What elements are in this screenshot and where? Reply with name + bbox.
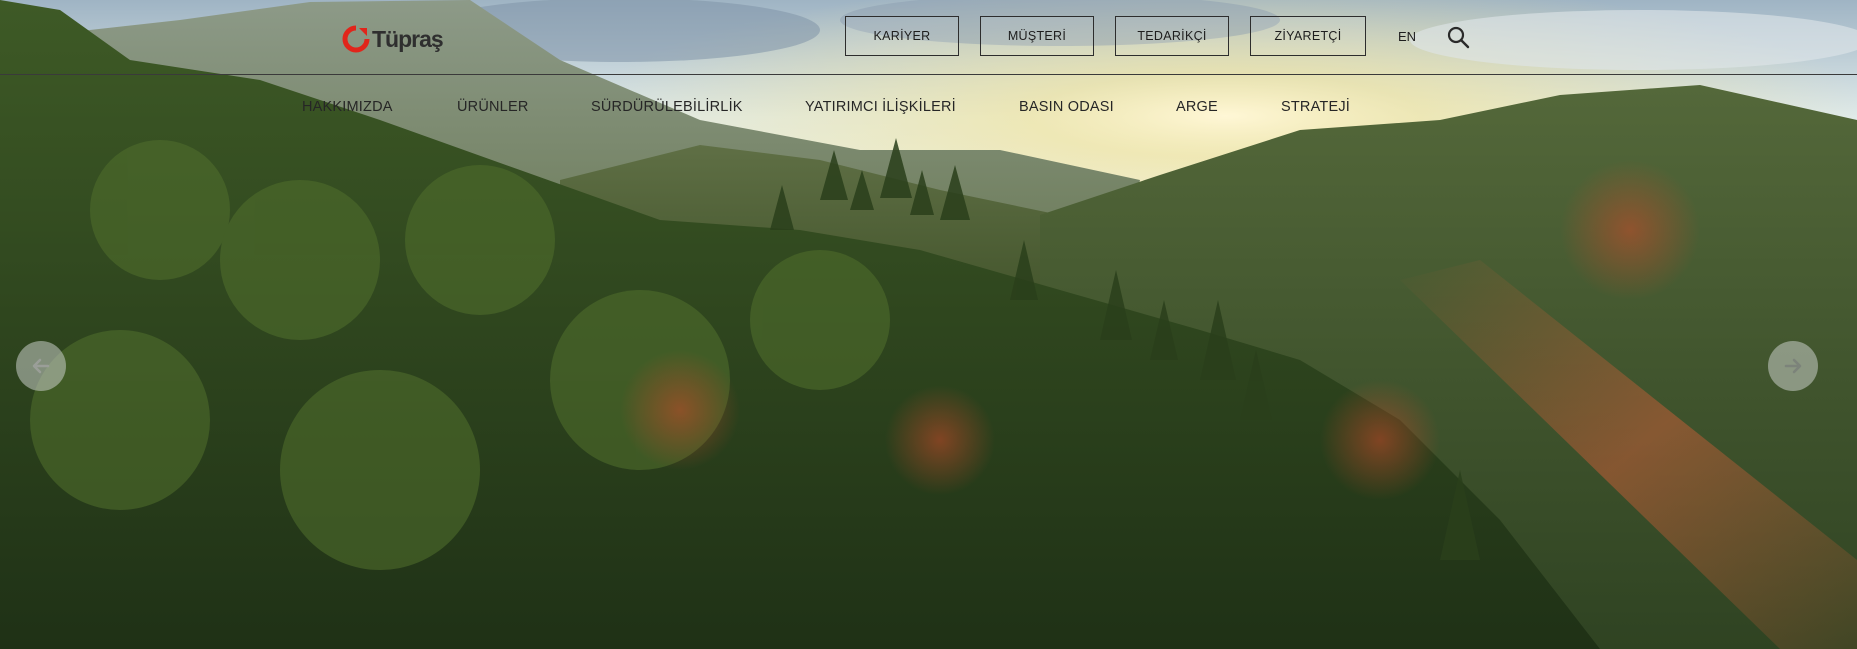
search-icon[interactable]: [1446, 25, 1470, 49]
visitor-button[interactable]: ZİYARETÇİ: [1250, 16, 1366, 56]
nav-item-about[interactable]: HAKKIMIZDA: [302, 99, 393, 115]
nav-item-products[interactable]: ÜRÜNLER: [457, 99, 529, 115]
nav-item-rnd[interactable]: ARGE: [1176, 99, 1218, 115]
customer-button[interactable]: MÜŞTERİ: [980, 16, 1094, 56]
brand-logo[interactable]: Tüpraş: [342, 24, 444, 54]
tupras-logo-mark-icon: [342, 25, 370, 53]
nav-item-press-room[interactable]: BASIN ODASI: [1019, 99, 1114, 115]
nav-item-investor-relations[interactable]: YATIRIMCI İLİŞKİLERİ: [805, 99, 956, 115]
slider-next-button[interactable]: [1768, 341, 1818, 391]
supplier-button[interactable]: TEDARİKÇİ: [1115, 16, 1229, 56]
brand-logo-text: Tüpraş: [372, 25, 444, 52]
slider-prev-button[interactable]: [16, 341, 66, 391]
language-switch[interactable]: EN: [1398, 29, 1416, 44]
arrow-left-icon: [32, 358, 50, 374]
utility-bar: Tüpraş KARİYER MÜŞTERİ TEDARİKÇİ ZİYARET…: [0, 0, 1857, 75]
forest-landscape-image: [0, 0, 1857, 649]
nav-item-strategy[interactable]: STRATEJİ: [1281, 99, 1350, 115]
arrow-right-icon: [1784, 358, 1802, 374]
nav-item-sustainability[interactable]: SÜRDÜRÜLEBİLİRLİK: [591, 99, 743, 115]
career-button[interactable]: KARİYER: [845, 16, 959, 56]
hero-slider: Tüpraş KARİYER MÜŞTERİ TEDARİKÇİ ZİYARET…: [0, 0, 1857, 649]
main-navigation: HAKKIMIZDA ÜRÜNLER SÜRDÜRÜLEBİLİRLİK YAT…: [0, 99, 1857, 119]
